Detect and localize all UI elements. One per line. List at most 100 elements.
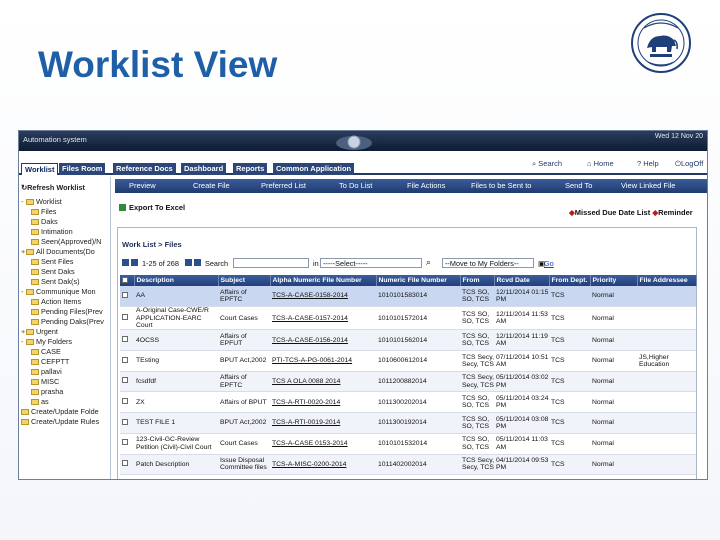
last-page-icon[interactable]	[194, 259, 201, 266]
cell-alpha-file-number[interactable]: TCS-A-RTI-0019-2014	[270, 412, 376, 434]
search-input[interactable]	[233, 258, 309, 268]
search-icon[interactable]: ⌕	[426, 257, 431, 268]
logoff-link[interactable]: ⏻LogOff	[675, 159, 703, 169]
go-button[interactable]: Go	[544, 259, 554, 268]
col-from[interactable]: From	[460, 275, 495, 286]
cell-alpha-file-number[interactable]: PTI-TCS-A-PG-0061-2014	[270, 350, 376, 372]
cell-alpha-file-number[interactable]: TCS-A-RTI-0020-2014	[270, 391, 376, 414]
export-excel-button[interactable]: Export To Excel	[119, 203, 185, 212]
preferred-list-button[interactable]: Preferred List	[261, 181, 306, 190]
row-checkbox[interactable]	[122, 439, 128, 446]
sidebar-item-create-folder[interactable]: Create/Update Folde	[21, 407, 99, 416]
reminder-link[interactable]: Reminder	[658, 208, 693, 217]
sidebar-item-my-folders[interactable]: - My Folders	[21, 337, 72, 346]
col-numeric-file-number[interactable]: Numeric File Number	[376, 275, 461, 286]
row-checkbox-cell[interactable]	[120, 454, 134, 476]
preview-button[interactable]: Preview	[129, 181, 156, 190]
cell-alpha-file-number[interactable]: TCS-A-MISC-0200-2014	[270, 454, 376, 476]
row-checkbox[interactable]	[122, 377, 128, 384]
table-row[interactable]: 4OCSS Affairs of EPFUT TCS-A-CASE-0156-2…	[120, 329, 696, 352]
table-row[interactable]: TEST FILE 1 BPUT Act,2002 TCS-A-RTI-0019…	[120, 412, 696, 434]
sidebar-item-create-rules[interactable]: Create/Update Rules	[21, 417, 99, 426]
row-checkbox[interactable]	[122, 356, 128, 363]
sidebar-item-misc[interactable]: MISC	[31, 377, 59, 386]
select-all-checkbox[interactable]	[122, 276, 128, 283]
cell-alpha-file-number[interactable]: TCS-A-CASE 0153-2014	[270, 433, 376, 455]
sidebar-item-cefptt[interactable]: CEFPTT	[31, 357, 69, 366]
sidebar-item-pending-daks[interactable]: Pending Daks(Prev	[31, 317, 104, 326]
row-checkbox[interactable]	[122, 336, 128, 343]
cell-alpha-file-number[interactable]: TCS-A-CASE-0157-2014	[270, 306, 376, 331]
row-checkbox-cell[interactable]	[120, 412, 134, 434]
table-row[interactable]: 123-Civil-GC-Review Petition (Civil)-Civ…	[120, 433, 696, 455]
row-checkbox[interactable]	[122, 314, 128, 321]
tab-dashboard[interactable]: Dashboard	[181, 163, 227, 175]
sidebar-item-all-documents[interactable]: + All Documents(Do	[21, 247, 95, 256]
files-to-be-sent-button[interactable]: Files to be Sent to	[471, 181, 531, 190]
sidebar-item-case[interactable]: CASE	[31, 347, 61, 356]
first-page-icon[interactable]	[122, 259, 129, 266]
sidebar-item-prasha[interactable]: prasha	[31, 387, 63, 396]
tab-reference-docs[interactable]: Reference Docs	[113, 163, 176, 175]
view-linked-file-button[interactable]: View Linked File	[621, 181, 675, 190]
table-row[interactable]: AA Affairs of EPFTC TCS-A-CASE-0158-2014…	[120, 286, 696, 308]
cell-alpha-file-number[interactable]: TCS-A-CASE-0158-2014	[270, 286, 376, 308]
prev-page-icon[interactable]	[131, 259, 138, 266]
move-to-folder-select[interactable]: --Move to My Folders--	[442, 258, 534, 268]
col-checkbox[interactable]	[120, 275, 135, 286]
next-page-icon[interactable]	[185, 259, 192, 266]
sidebar-item-daks[interactable]: Daks	[31, 217, 58, 226]
cell-alpha-file-number[interactable]: TCS A OLA 0088 2014	[270, 371, 376, 393]
col-from-dept[interactable]: From Dept.	[549, 275, 591, 286]
row-checkbox-cell[interactable]	[120, 329, 134, 352]
search-link[interactable]: ⌕ Search	[532, 159, 562, 169]
table-row[interactable]: TEsting BPUT Act,2002 PTI-TCS-A-PG-0061-…	[120, 350, 696, 372]
row-checkbox-cell[interactable]	[120, 371, 134, 393]
col-alpha-file-number[interactable]: Alpha Numeric File Number	[270, 275, 377, 286]
sidebar-item-files[interactable]: Files	[31, 207, 56, 216]
sidebar-item-urgent[interactable]: + Urgent	[21, 327, 58, 336]
row-checkbox-cell[interactable]	[120, 350, 134, 372]
refresh-worklist-link[interactable]: ↻Refresh Worklist	[21, 183, 85, 192]
table-row[interactable]: Patch Description Issue Disposal Committ…	[120, 454, 696, 476]
row-checkbox-cell[interactable]	[120, 286, 134, 308]
row-checkbox[interactable]	[122, 398, 128, 405]
col-priority[interactable]: Priority	[590, 275, 638, 286]
row-checkbox-cell[interactable]	[120, 433, 134, 455]
sidebar-item-communique[interactable]: - Communique Mon	[21, 287, 96, 296]
table-row[interactable]: A-Original Case-CWE/R APPLICATION-EARC C…	[120, 306, 696, 331]
home-link[interactable]: ⌂ Home	[587, 159, 614, 168]
col-file-addressee[interactable]: File Addressee	[637, 275, 697, 286]
row-checkbox-cell[interactable]	[120, 306, 134, 331]
tab-common-application[interactable]: Common Application	[273, 163, 355, 175]
tab-files-room[interactable]: Files Room	[59, 163, 106, 175]
row-checkbox[interactable]	[122, 460, 128, 467]
sidebar-item-sent-files[interactable]: Sent Files	[31, 257, 73, 266]
table-row[interactable]: fcsdfdf Affairs of EPFTC TCS A OLA 0088 …	[120, 371, 696, 393]
file-actions-button[interactable]: File Actions	[407, 181, 445, 190]
sidebar-item-pending-files[interactable]: Pending Files(Prev	[31, 307, 103, 316]
cell-alpha-file-number[interactable]: TCS-A-CASE-0156-2014	[270, 329, 376, 352]
col-rcvd-date[interactable]: Rcvd Date	[494, 275, 550, 286]
sidebar-item-seen[interactable]: Seen(Approved)/N	[31, 237, 101, 246]
sidebar-item-intimation[interactable]: Intimation	[31, 227, 73, 236]
sidebar-item-as[interactable]: as	[31, 397, 49, 406]
row-checkbox[interactable]	[122, 418, 128, 425]
tab-reports[interactable]: Reports	[233, 163, 268, 175]
sidebar-item-sent-daks[interactable]: Sent Daks	[31, 267, 75, 276]
col-subject[interactable]: Subject	[218, 275, 271, 286]
send-to-button[interactable]: Send To	[565, 181, 592, 190]
search-field-select[interactable]: -----Select-----	[320, 258, 422, 268]
create-file-button[interactable]: Create File	[193, 181, 230, 190]
to-do-list-button[interactable]: To Do List	[339, 181, 372, 190]
sidebar-item-sent-dak-s[interactable]: Sent Dak(s)	[31, 277, 80, 286]
row-checkbox[interactable]	[122, 291, 128, 298]
missed-due-date-link[interactable]: Missed Due Date List	[575, 208, 650, 217]
tab-worklist[interactable]: Worklist	[21, 163, 59, 175]
table-row[interactable]: ZX Affairs of BPUT TCS-A-RTI-0020-2014 1…	[120, 391, 696, 414]
help-link[interactable]: ? Help	[637, 159, 659, 168]
col-description[interactable]: Description	[134, 275, 219, 286]
sidebar-item-worklist[interactable]: - Worklist	[21, 197, 62, 206]
row-checkbox-cell[interactable]	[120, 391, 134, 414]
sidebar-item-action-items[interactable]: Action Items	[31, 297, 81, 306]
